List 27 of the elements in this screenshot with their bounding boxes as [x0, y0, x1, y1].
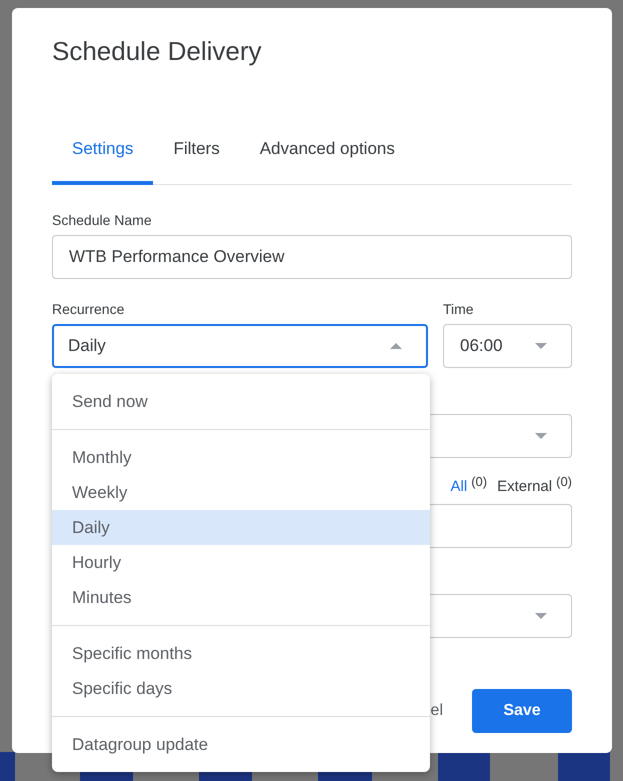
tab[interactable]: Settings — [52, 136, 154, 184]
recurrence-select[interactable]: Daily — [52, 324, 428, 368]
save-button[interactable]: Save — [472, 688, 572, 732]
caret-icon — [390, 342, 402, 348]
field-label: Recurrence — [52, 300, 126, 316]
recipient-filter-tab[interactable]: External (0) — [497, 474, 572, 494]
caret-icon — [535, 612, 547, 618]
field-label: Time — [443, 300, 475, 316]
menu-item[interactable]: Daily — [52, 510, 430, 545]
menu-item[interactable]: Hourly — [52, 545, 430, 580]
menu-item[interactable]: Send now — [52, 384, 430, 419]
schedule-name-field[interactable]: WTB Performance Overview — [52, 234, 572, 278]
caret-icon — [535, 432, 547, 438]
caret-icon — [535, 342, 547, 348]
time-select[interactable]: 06:00 — [443, 324, 572, 368]
menu-item[interactable]: Minutes — [52, 580, 430, 615]
tab[interactable]: Filters — [153, 136, 240, 184]
menu-item[interactable]: Weekly — [52, 475, 430, 510]
dialog-title: Schedule Delivery — [52, 36, 263, 66]
menu-item[interactable]: Specific months — [52, 636, 430, 671]
menu-item[interactable]: Monthly — [52, 440, 430, 475]
tab[interactable]: Advanced options — [240, 136, 415, 184]
menu-item[interactable]: Specific days — [52, 671, 430, 706]
recipient-filter-tab[interactable]: All (0) — [450, 474, 488, 494]
cancel-button[interactable]: el — [430, 688, 443, 732]
menu-item[interactable]: Datagroup update — [52, 727, 430, 762]
field-label: Schedule Name — [52, 212, 153, 228]
